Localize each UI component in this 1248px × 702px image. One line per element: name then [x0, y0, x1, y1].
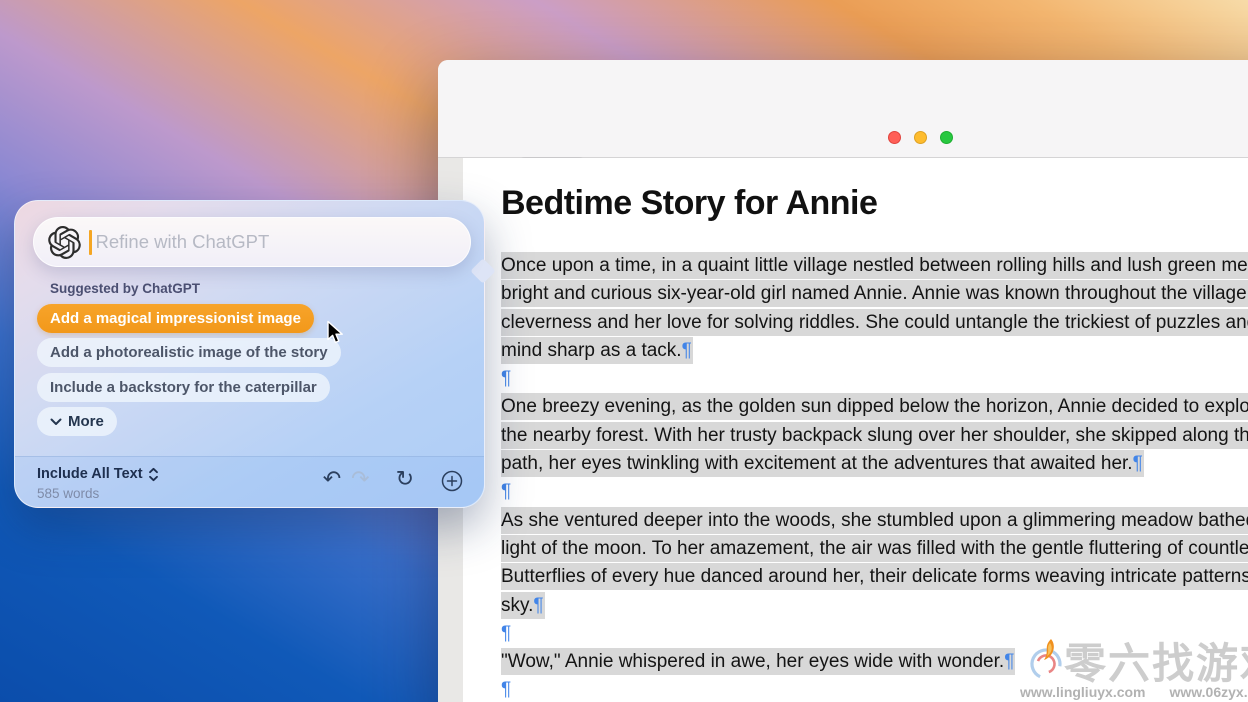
document-body: Once upon a time, in a quaint little vil… — [501, 252, 1248, 702]
word-count: 585 words — [37, 486, 99, 501]
openai-logo-icon — [48, 226, 81, 259]
document-line[interactable]: ¶ — [501, 676, 1248, 702]
text-caret — [89, 230, 92, 255]
document-line[interactable]: As she ventured deeper into the woods, s… — [501, 507, 1248, 535]
close-button[interactable] — [888, 131, 901, 144]
document-line[interactable]: ¶ — [501, 620, 1248, 648]
document-line[interactable]: Butterflies of every hue danced around h… — [501, 563, 1248, 591]
pilcrow-mark: ¶ — [501, 481, 511, 502]
undo-icon[interactable]: ↶ — [323, 463, 341, 495]
document-line[interactable]: cleverness and her love for solving ridd… — [501, 309, 1248, 337]
pilcrow-mark: ¶ — [1133, 453, 1143, 474]
redo-icon[interactable]: ↷ — [351, 463, 369, 495]
pilcrow-mark: ¶ — [1004, 651, 1014, 672]
suggestion-magical-impressionist-image[interactable]: Add a magical impressionist image — [37, 304, 314, 333]
document-line[interactable]: path, her eyes twinkling with excitement… — [501, 450, 1248, 478]
chevron-down-icon — [50, 418, 62, 426]
include-all-text-selector[interactable]: Include All Text — [37, 466, 159, 482]
document-line[interactable]: ¶ — [501, 365, 1248, 393]
document-line[interactable]: One breezy evening, as the golden sun di… — [501, 393, 1248, 421]
chatgpt-prompt-input[interactable]: Refine with ChatGPT — [33, 217, 471, 267]
suggestion-caterpillar-backstory[interactable]: Include a backstory for the caterpillar — [37, 373, 330, 402]
more-suggestions-button[interactable]: More — [37, 407, 117, 436]
mouse-cursor — [326, 320, 345, 346]
document-line[interactable]: light of the moon. To her amazement, the… — [501, 535, 1248, 563]
document-line[interactable]: sky.¶ — [501, 592, 1248, 620]
document-line[interactable]: Once upon a time, in a quaint little vil… — [501, 252, 1248, 280]
refresh-icon[interactable]: ↻ — [396, 463, 414, 495]
prompt-placeholder: Refine with ChatGPT — [96, 231, 270, 253]
window-titlebar[interactable]: Story — Edited View 125% Zoom Add Page — [438, 60, 1248, 158]
pilcrow-mark: ¶ — [501, 623, 511, 644]
chatgpt-panel: Refine with ChatGPT Suggested by ChatGPT… — [14, 200, 485, 508]
desktop: { "window": { "title": "Story", "status"… — [0, 0, 1248, 702]
document-line[interactable]: the nearby forest. With her trusty backp… — [501, 422, 1248, 450]
minimize-button[interactable] — [914, 131, 927, 144]
pages-window: Story — Edited View 125% Zoom Add Page — [438, 60, 1248, 702]
document-line[interactable]: mind sharp as a tack.¶ — [501, 337, 1248, 365]
document-line[interactable]: ¶ — [501, 478, 1248, 506]
document-heading: Bedtime Story for Annie — [501, 184, 877, 223]
suggestion-photorealistic-image[interactable]: Add a photorealistic image of the story — [37, 338, 341, 367]
document-line[interactable]: bright and curious six-year-old girl nam… — [501, 280, 1248, 308]
panel-footer: Include All Text 585 words ↶ ↷ ↻ — [15, 456, 484, 507]
document-line[interactable]: "Wow," Annie whispered in awe, her eyes … — [501, 648, 1248, 676]
pilcrow-mark: ¶ — [533, 595, 543, 616]
add-icon[interactable] — [440, 469, 464, 493]
updown-selector-icon — [148, 467, 159, 482]
pilcrow-mark: ¶ — [501, 679, 511, 700]
fullscreen-button[interactable] — [940, 131, 953, 144]
suggested-by-label: Suggested by ChatGPT — [50, 281, 200, 296]
pilcrow-mark: ¶ — [501, 368, 511, 389]
pilcrow-mark: ¶ — [682, 340, 692, 361]
